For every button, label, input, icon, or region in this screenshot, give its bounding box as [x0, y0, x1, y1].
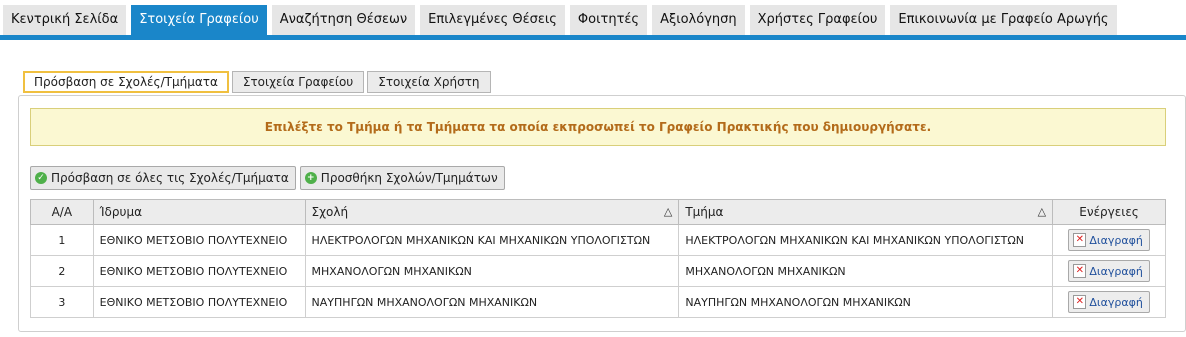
- nav-underline-bar: [0, 35, 1186, 40]
- cell-actions: ✕ Διαγραφή: [1052, 224, 1166, 256]
- delete-icon: ✕: [1073, 264, 1087, 278]
- table-header-row: Α/Α Ίδρυμα Σχολή △ Τμήμα △ Ενέργειες: [30, 199, 1166, 225]
- delete-button[interactable]: ✕ Διαγραφή: [1068, 291, 1150, 313]
- nav-item-office-details[interactable]: Στοιχεία Γραφείου: [131, 5, 267, 35]
- cell-index: 2: [30, 255, 94, 287]
- sort-triangle-icon[interactable]: △: [1038, 205, 1046, 218]
- tab-content: Επιλέξτε το Τμήμα ή τα Τμήματα τα οποία …: [18, 95, 1186, 332]
- sort-triangle-icon[interactable]: △: [664, 205, 672, 218]
- delete-button[interactable]: ✕ Διαγραφή: [1068, 260, 1150, 282]
- nav-item-students[interactable]: Φοιτητές: [569, 5, 648, 35]
- header-actions: Ενέργειες: [1052, 199, 1166, 225]
- cell-index: 1: [30, 224, 94, 256]
- check-circle-icon: ✓: [35, 172, 47, 184]
- delete-label: Διαγραφή: [1089, 295, 1143, 309]
- cell-institution: ΕΘΝΙΚΟ ΜΕΤΣΟΒΙΟ ΠΟΛΥΤΕΧΝΕΙΟ: [92, 255, 306, 287]
- nav-item-selected-positions[interactable]: Επιλεγμένες Θέσεις: [420, 5, 565, 35]
- add-schools-button[interactable]: + Προσθήκη Σχολών/Τμημάτων: [299, 166, 505, 190]
- tab-office-details[interactable]: Στοιχεία Γραφείου: [231, 71, 365, 93]
- cell-institution: ΕΘΝΙΚΟ ΜΕΤΣΟΒΙΟ ΠΟΛΥΤΕΧΝΕΙΟ: [92, 286, 306, 318]
- table-row: 1 ΕΘΝΙΚΟ ΜΕΤΣΟΒΙΟ ΠΟΛΥΤΕΧΝΕΙΟ ΗΛΕΚΤΡΟΛΟΓ…: [30, 224, 1166, 256]
- delete-icon: ✕: [1073, 295, 1087, 309]
- cell-school: ΝΑΥΠΗΓΩΝ ΜΗΧΑΝΟΛΟΓΩΝ ΜΗΧΑΝΙΚΩΝ: [304, 286, 680, 318]
- cell-department: ΝΑΥΠΗΓΩΝ ΜΗΧΑΝΟΛΟΓΩΝ ΜΗΧΑΝΙΚΩΝ: [678, 286, 1054, 318]
- add-schools-label: Προσθήκη Σχολών/Τμημάτων: [320, 171, 498, 185]
- table-row: 2 ΕΘΝΙΚΟ ΜΕΤΣΟΒΙΟ ΠΟΛΥΤΕΧΝΕΙΟ ΜΗΧΑΝΟΛΟΓΩ…: [30, 255, 1166, 287]
- tab-user-details[interactable]: Στοιχεία Χρήστη: [367, 71, 491, 93]
- header-department[interactable]: Τμήμα △: [678, 199, 1054, 225]
- cell-school: ΜΗΧΑΝΟΛΟΓΩΝ ΜΗΧΑΝΙΚΩΝ: [304, 255, 680, 287]
- nav-item-search-positions[interactable]: Αναζήτηση Θέσεων: [271, 5, 416, 35]
- delete-label: Διαγραφή: [1089, 264, 1143, 278]
- header-school-label: Σχολή: [311, 205, 349, 219]
- access-all-button[interactable]: ✓ Πρόσβαση σε όλες τις Σχολές/Τμήματα: [30, 166, 296, 190]
- nav-item-evaluation[interactable]: Αξιολόγηση: [652, 5, 745, 35]
- cell-actions: ✕ Διαγραφή: [1052, 255, 1166, 287]
- nav-item-contact-helpdesk[interactable]: Επικοινωνία με Γραφείο Αρωγής: [890, 5, 1117, 35]
- tab-school-access[interactable]: Πρόσβαση σε Σχολές/Τμήματα: [23, 71, 229, 93]
- header-school[interactable]: Σχολή △: [304, 199, 680, 225]
- departments-table: Α/Α Ίδρυμα Σχολή △ Τμήμα △ Ενέργειες 1 Ε…: [30, 199, 1166, 318]
- cell-school: ΗΛΕΚΤΡΟΛΟΓΩΝ ΜΗΧΑΝΙΚΩΝ ΚΑΙ ΜΗΧΑΝΙΚΩΝ ΥΠΟ…: [304, 224, 680, 256]
- cell-department: ΜΗΧΑΝΟΛΟΓΩΝ ΜΗΧΑΝΙΚΩΝ: [678, 255, 1054, 287]
- delete-button[interactable]: ✕ Διαγραφή: [1068, 229, 1150, 251]
- access-all-label: Πρόσβαση σε όλες τις Σχολές/Τμήματα: [51, 171, 289, 185]
- top-nav-items: Κεντρική Σελίδα Στοιχεία Γραφείου Αναζήτ…: [3, 5, 1117, 35]
- cell-index: 3: [30, 286, 94, 318]
- header-index: Α/Α: [30, 199, 94, 225]
- cell-institution: ΕΘΝΙΚΟ ΜΕΤΣΟΒΙΟ ΠΟΛΥΤΕΧΝΕΙΟ: [92, 224, 306, 256]
- delete-label: Διαγραφή: [1089, 233, 1143, 247]
- cell-department: ΗΛΕΚΤΡΟΛΟΓΩΝ ΜΗΧΑΝΙΚΩΝ ΚΑΙ ΜΗΧΑΝΙΚΩΝ ΥΠΟ…: [678, 224, 1054, 256]
- top-navigation: Κεντρική Σελίδα Στοιχεία Γραφείου Αναζήτ…: [0, 0, 1186, 40]
- header-institution: Ίδρυμα: [92, 199, 306, 225]
- table-row: 3 ΕΘΝΙΚΟ ΜΕΤΣΟΒΙΟ ΠΟΛΥΤΕΧΝΕΙΟ ΝΑΥΠΗΓΩΝ Μ…: [30, 286, 1166, 318]
- plus-circle-icon: +: [304, 172, 317, 184]
- nav-item-office-users[interactable]: Χρήστες Γραφείου: [749, 5, 886, 35]
- main-panel: Πρόσβαση σε Σχολές/Τμήματα Στοιχεία Γραφ…: [18, 66, 1186, 332]
- sub-tabs: Πρόσβαση σε Σχολές/Τμήματα Στοιχεία Γραφ…: [23, 71, 491, 93]
- nav-item-home[interactable]: Κεντρική Σελίδα: [3, 5, 127, 35]
- cell-actions: ✕ Διαγραφή: [1052, 286, 1166, 318]
- action-buttons: ✓ Πρόσβαση σε όλες τις Σχολές/Τμήματα + …: [30, 166, 505, 190]
- header-department-label: Τμήμα: [685, 205, 724, 219]
- delete-icon: ✕: [1073, 233, 1087, 247]
- info-message: Επιλέξτε το Τμήμα ή τα Τμήματα τα οποία …: [30, 108, 1166, 146]
